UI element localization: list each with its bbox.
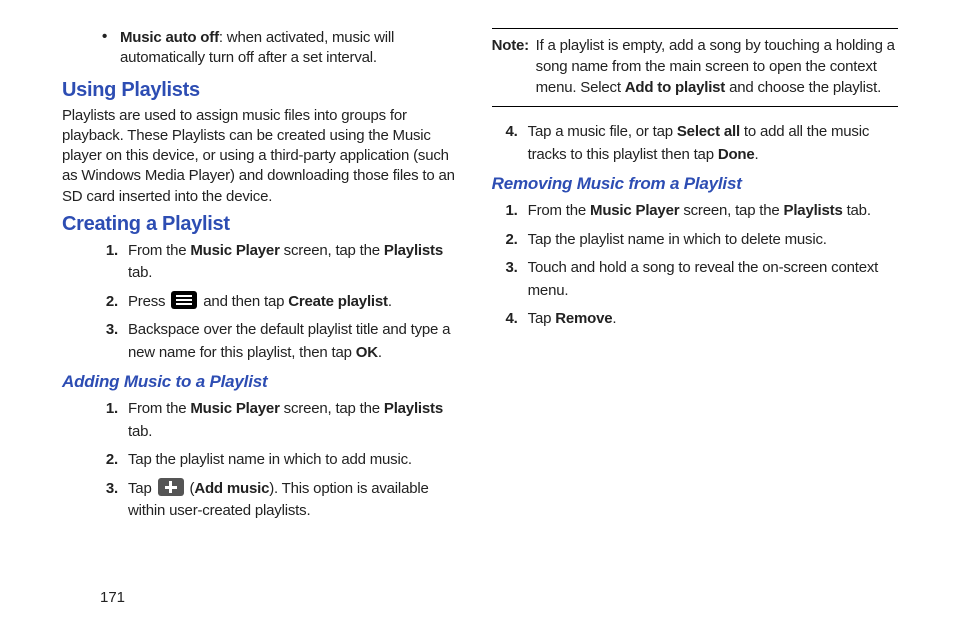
step-body: Press and then tap Create playlist. bbox=[128, 291, 464, 314]
step-body: Tap (Add music). This option is availabl… bbox=[128, 478, 464, 523]
step-number: 3. bbox=[102, 478, 128, 523]
note-text: If a playlist is empty, add a song by to… bbox=[536, 35, 898, 98]
bullet-text: Music auto off: when activated, music wi… bbox=[120, 28, 464, 69]
note-label: Note: bbox=[492, 35, 536, 98]
step-number: 4. bbox=[502, 121, 528, 166]
step-item: 1. From the Music Player screen, tap the… bbox=[502, 200, 898, 223]
page-columns: • Music auto off: when activated, music … bbox=[48, 28, 906, 529]
right-column: Note: If a playlist is empty, add a song… bbox=[492, 28, 906, 529]
step-number: 4. bbox=[502, 308, 528, 331]
step-number: 2. bbox=[102, 291, 128, 314]
step-body: Tap Remove. bbox=[528, 308, 898, 331]
step-item: 2. Press and then tap Create playlist. bbox=[102, 291, 464, 314]
step-body: From the Music Player screen, tap the Pl… bbox=[528, 200, 898, 223]
step-number: 3. bbox=[502, 257, 528, 302]
heading-adding-music: Adding Music to a Playlist bbox=[62, 372, 464, 392]
bullet-bold: Music auto off bbox=[120, 29, 219, 46]
step-item: 2. Tap the playlist name in which to del… bbox=[502, 229, 898, 252]
step-body: Tap a music file, or tap Select all to a… bbox=[528, 121, 898, 166]
step-number: 2. bbox=[502, 229, 528, 252]
plus-icon bbox=[158, 478, 184, 496]
step-number: 2. bbox=[102, 449, 128, 472]
step-item: 1. From the Music Player screen, tap the… bbox=[102, 398, 464, 443]
step-body: From the Music Player screen, tap the Pl… bbox=[128, 398, 464, 443]
step-number: 1. bbox=[102, 398, 128, 443]
using-playlists-para: Playlists are used to assign music files… bbox=[62, 106, 464, 207]
step-item: 2. Tap the playlist name in which to add… bbox=[102, 449, 464, 472]
step-body: From the Music Player screen, tap the Pl… bbox=[128, 240, 464, 285]
heading-removing-music: Removing Music from a Playlist bbox=[492, 174, 898, 194]
step-body: Tap the playlist name in which to add mu… bbox=[128, 449, 464, 472]
step-number: 1. bbox=[102, 240, 128, 285]
heading-using-playlists: Using Playlists bbox=[62, 79, 464, 102]
bullet-marker: • bbox=[102, 28, 120, 69]
step-body: Touch and hold a song to reveal the on-s… bbox=[528, 257, 898, 302]
menu-icon bbox=[171, 291, 197, 309]
step-body: Tap the playlist name in which to delete… bbox=[528, 229, 898, 252]
step-item: 3. Touch and hold a song to reveal the o… bbox=[502, 257, 898, 302]
left-column: • Music auto off: when activated, music … bbox=[48, 28, 464, 529]
step-item: 3. Tap (Add music). This option is avail… bbox=[102, 478, 464, 523]
step-item: 3. Backspace over the default playlist t… bbox=[102, 319, 464, 364]
step-item: 1. From the Music Player screen, tap the… bbox=[102, 240, 464, 285]
step-item: 4. Tap Remove. bbox=[502, 308, 898, 331]
step-number: 3. bbox=[102, 319, 128, 364]
step-body: Backspace over the default playlist titl… bbox=[128, 319, 464, 364]
step-item: 4. Tap a music file, or tap Select all t… bbox=[502, 121, 898, 166]
note-row: Note: If a playlist is empty, add a song… bbox=[492, 35, 898, 98]
step-number: 1. bbox=[502, 200, 528, 223]
bullet-music-auto-off: • Music auto off: when activated, music … bbox=[102, 28, 464, 69]
heading-creating-playlist: Creating a Playlist bbox=[62, 213, 464, 236]
page-number: 171 bbox=[100, 589, 125, 606]
note-block: Note: If a playlist is empty, add a song… bbox=[492, 28, 898, 107]
